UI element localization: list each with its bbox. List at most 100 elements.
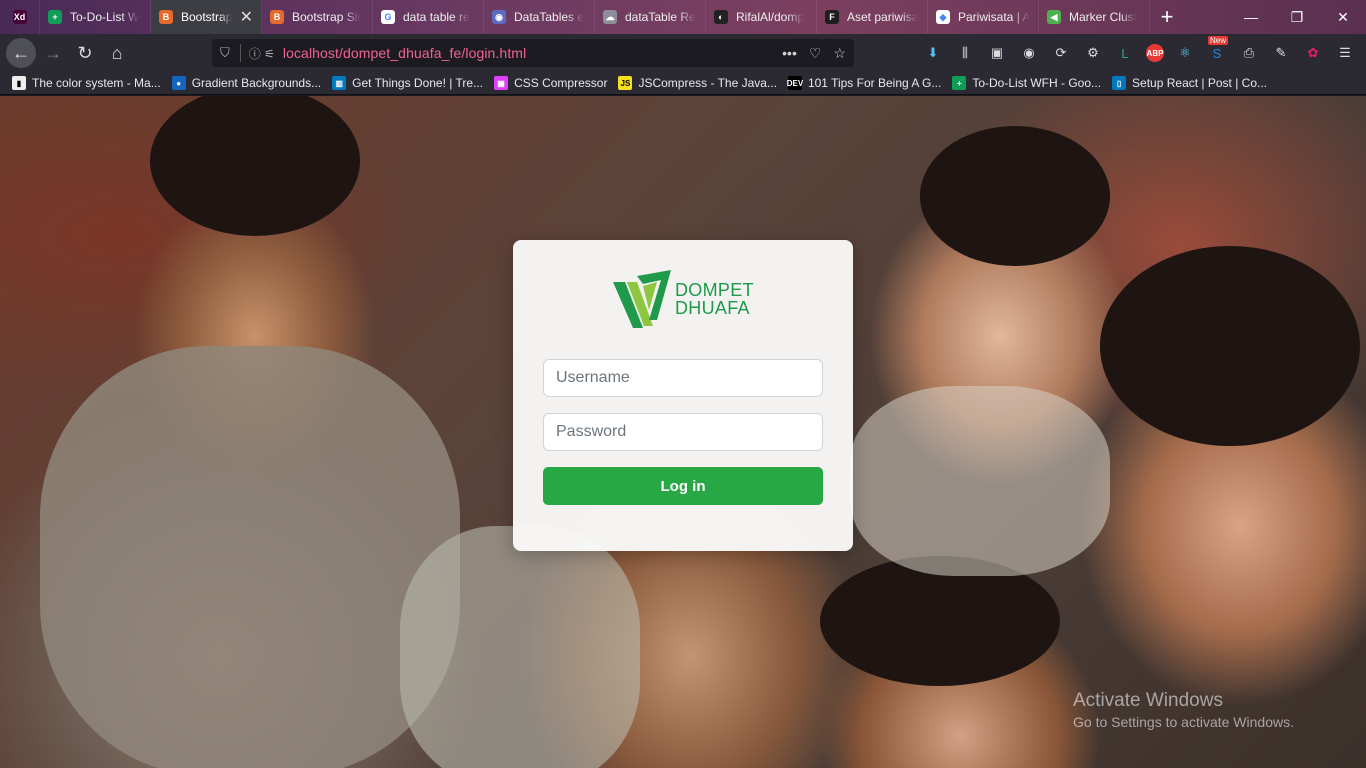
pocket-icon[interactable]: ♡ (809, 45, 822, 62)
extension-toolbar: ⬇ ⫼ ▣ ◉ ⟳ ⚙ L ABP ⚛ S ⎙ ✎ ✿ ☰ (922, 36, 1360, 64)
bookmark-item[interactable]: JS JSCompress - The Java... (618, 76, 777, 90)
tab-label: data table re (403, 10, 470, 24)
browser-tab[interactable]: ◆ Pariwisata | A (928, 0, 1039, 34)
photo-hair-shape (150, 96, 360, 236)
bookmark-star-icon[interactable]: ☆ (833, 45, 846, 62)
menu-icon[interactable]: ☰ (1334, 42, 1356, 64)
bookmarks-bar: ▮ The color system - Ma... ● Gradient Backg… (0, 72, 1366, 95)
marker-icon: ◀ (1047, 10, 1061, 24)
settings-gear-icon[interactable]: ⚙ (1082, 42, 1104, 64)
bookmark-item[interactable]: ▥ Get Things Done! | Tre... (332, 76, 483, 90)
back-button[interactable]: ← (6, 38, 36, 68)
password-input[interactable] (543, 413, 823, 451)
page-actions-icon[interactable]: ••• (782, 45, 797, 62)
browser-tab[interactable]: + To-Do-List W (40, 0, 151, 34)
extension-l-icon[interactable]: L (1114, 42, 1136, 64)
browser-tab[interactable]: ◐ RifalAl/domp (706, 0, 817, 34)
bookmark-favicon-icon: ▦ (494, 76, 509, 90)
browser-tab[interactable]: Gdata table re (373, 0, 484, 34)
browser-tab[interactable]: B Bootstrap ✕ (151, 0, 262, 34)
download-icon[interactable]: ⬇ (922, 42, 944, 64)
github-icon: ◐ (714, 10, 728, 24)
photo-shirt-shape (40, 346, 460, 768)
adblock-icon[interactable]: ABP (1146, 44, 1164, 62)
bookmark-favicon-icon: + (952, 76, 967, 90)
tab-label: Marker Clust (1069, 10, 1138, 24)
sync-icon[interactable]: ⟳ (1050, 42, 1072, 64)
browser-tab-strip: Xd + To-Do-List W B Bootstrap ✕ B Bootstrap Sir… (0, 0, 1366, 34)
app-icon: ◆ (936, 10, 950, 24)
reload-button[interactable]: ↻ (70, 38, 100, 68)
browser-tab[interactable]: ◉ DataTables e (484, 0, 595, 34)
bookmark-item[interactable]: ▯ Setup React | Post | Co... (1112, 76, 1267, 90)
bookmark-item[interactable]: ▦ CSS Compressor (494, 76, 607, 90)
home-button[interactable]: ⌂ (102, 38, 132, 68)
new-tab-button[interactable]: + (1150, 0, 1184, 34)
address-bar[interactable]: ⛉ ⓘ ⚟ localhost/dompet_dhuafa_fe/login.h… (212, 39, 854, 67)
adobe-xd-icon: Xd (12, 10, 27, 24)
tab-label: Aset pariwisa (847, 10, 919, 24)
bookmark-item[interactable]: ● Gradient Backgrounds... (171, 76, 322, 90)
bookmark-label: CSS Compressor (514, 76, 608, 90)
library-icon[interactable]: ⫼ (954, 42, 976, 64)
account-icon[interactable]: ◉ (1018, 42, 1040, 64)
photo-sleeve-shape (850, 386, 1110, 576)
bookmark-favicon-icon: DEV (787, 76, 803, 90)
forward-button[interactable]: → (38, 38, 68, 68)
restore-icon[interactable]: ❐ (1274, 0, 1320, 34)
browser-tab[interactable]: ◀ Marker Clust (1039, 0, 1150, 34)
datatables-icon: ◉ (492, 10, 506, 24)
brand-wordmark: DOMPET DHUAFA (675, 281, 754, 317)
bookmark-item[interactable]: + To-Do-List WFH - Goo... (952, 76, 1101, 90)
bookmark-label: Gradient Backgrounds... (191, 76, 322, 90)
browser-tab[interactable]: ☁ dataTable Re (595, 0, 706, 34)
pen-icon[interactable]: ✎ (1270, 42, 1292, 64)
windows-activation-watermark: Activate Windows Go to Settings to activ… (1073, 690, 1294, 730)
bookmark-label: 101 Tips For Being A G... (807, 76, 942, 90)
bootstrap-icon: B (159, 10, 173, 24)
plus-icon: + (48, 10, 62, 24)
url-actions: ••• ♡ ☆ (782, 45, 846, 62)
watermark-title: Activate Windows (1073, 690, 1223, 711)
bookmark-item[interactable]: DEV 101 Tips For Being A G... (787, 76, 942, 90)
color-wheel-icon[interactable]: ✿ (1302, 42, 1324, 64)
bookmark-label: JSCompress - The Java... (638, 76, 777, 90)
reader-view-icon[interactable]: ▣ (986, 42, 1008, 64)
browser-tab[interactable]: B Bootstrap Sir (262, 0, 373, 34)
new-extension-icon[interactable]: S (1206, 36, 1229, 64)
tab-list: Xd + To-Do-List W B Bootstrap ✕ B Bootstrap Sir… (0, 0, 1150, 34)
brand-line-1: DOMPET (675, 280, 754, 300)
brand-line-2: DHUAFA (675, 298, 750, 318)
photo-hair-shape (1100, 246, 1360, 446)
bookmark-favicon-icon: ▯ (1112, 76, 1127, 90)
bookmark-label: Get Things Done! | Tre... (352, 76, 484, 90)
tab-label: Bootstrap Sir (292, 10, 362, 24)
photo-hair-shape (920, 126, 1110, 266)
tab-label: DataTables e (514, 10, 585, 24)
username-input[interactable] (543, 359, 823, 397)
bootstrap-icon: B (270, 10, 284, 24)
tab-label: RifalAl/domp (736, 10, 805, 24)
close-window-icon[interactable]: ✕ (1320, 0, 1366, 34)
tab-label: Pariwisata | A (958, 10, 1030, 24)
minimize-icon[interactable]: — (1228, 0, 1274, 34)
brand-logo: DOMPET DHUAFA (613, 270, 754, 328)
login-button[interactable]: Log in (543, 467, 823, 505)
bookmark-favicon-icon: JS (618, 76, 633, 90)
bookmark-favicon-icon: ▥ (332, 76, 347, 90)
browser-tab[interactable]: F Aset pariwisa (817, 0, 928, 34)
react-devtools-icon[interactable]: ⚛ (1174, 42, 1196, 64)
site-info-icon[interactable]: ⓘ ⚟ (249, 45, 275, 62)
tab-label: dataTable Re (625, 10, 696, 24)
url-separator (239, 44, 241, 62)
bookmark-item[interactable]: ▮ The color system - Ma... (12, 76, 161, 90)
bookmark-favicon-icon: ▮ (12, 76, 26, 90)
photo-shirt-shape (400, 526, 640, 768)
google-icon: G (381, 10, 395, 24)
browser-tab[interactable]: Xd (0, 0, 40, 34)
url-text[interactable]: localhost/dompet_dhuafa_fe/login.html (283, 45, 526, 61)
print-icon[interactable]: ⎙ (1238, 42, 1260, 64)
tracking-shield-icon[interactable]: ⛉ (220, 45, 230, 61)
close-tab-icon[interactable]: ✕ (236, 7, 253, 27)
window-controls: — ❐ ✕ (1228, 0, 1366, 34)
